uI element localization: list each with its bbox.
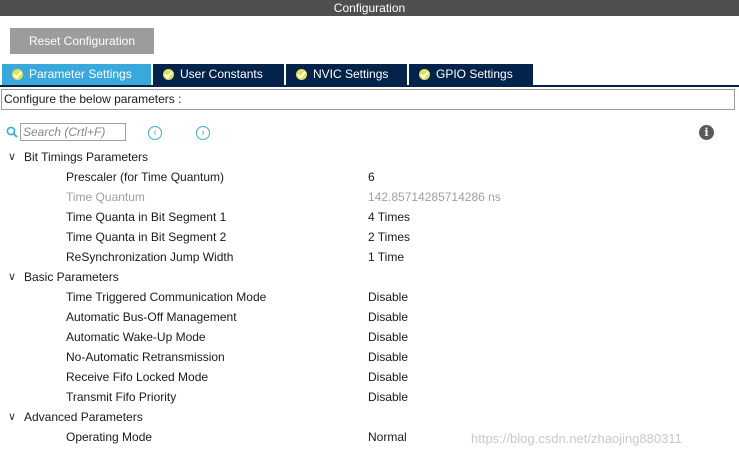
param-value[interactable]: 2 Times [368, 227, 410, 247]
param-value[interactable]: Disable [368, 307, 408, 327]
param-value[interactable]: Disable [368, 367, 408, 387]
param-name: Time Quanta in Bit Segment 2 [66, 230, 227, 244]
param-row[interactable]: Time Triggered Communication Mode Disabl… [0, 287, 739, 307]
param-value[interactable]: Disable [368, 387, 408, 407]
param-row[interactable]: ReSynchronization Jump Width 1 Time [0, 247, 739, 267]
param-value[interactable]: 6 [368, 167, 375, 187]
param-row[interactable]: Time Quanta in Bit Segment 2 2 Times [0, 227, 739, 247]
tab-label: User Constants [180, 67, 263, 81]
tab-label: NVIC Settings [313, 67, 389, 81]
group-label: Basic Parameters [24, 270, 119, 284]
param-value: 142.85714285714286 ns [368, 190, 501, 204]
param-row[interactable]: No-Automatic Retransmission Disable [0, 347, 739, 367]
param-row: Time Quantum 142.85714285714286 ns [0, 187, 739, 207]
tab-label: GPIO Settings [436, 67, 513, 81]
check-circle-icon [163, 69, 174, 80]
param-row[interactable]: Receive Fifo Locked Mode Disable [0, 367, 739, 387]
param-row[interactable]: Automatic Bus-Off Management Disable [0, 307, 739, 327]
tab-bar: Parameter Settings User Constants NVIC S… [2, 64, 535, 85]
group-header-basic[interactable]: ∨ Basic Parameters [0, 267, 739, 287]
watermark-text: https://blog.csdn.net/zhaojing880311 [471, 431, 682, 446]
group-header-bit-timings[interactable]: ∨ Bit Timings Parameters [0, 147, 739, 167]
param-name: Receive Fifo Locked Mode [66, 370, 209, 384]
param-row[interactable]: Prescaler (for Time Quantum) 6 [0, 167, 739, 187]
param-value[interactable]: Disable [368, 347, 408, 367]
param-name: Time Triggered Communication Mode [66, 290, 267, 304]
info-icon[interactable]: i [699, 125, 714, 140]
param-name: Time Quantum [66, 190, 145, 204]
group-label: Bit Timings Parameters [24, 150, 149, 164]
param-value[interactable]: 1 Time [368, 247, 404, 267]
check-circle-icon [419, 69, 430, 80]
search-input[interactable] [20, 123, 126, 141]
chevron-down-icon[interactable]: ∨ [8, 147, 16, 167]
reset-configuration-button[interactable]: Reset Configuration [10, 28, 154, 54]
param-value[interactable]: 4 Times [368, 207, 410, 227]
tab-user-constants[interactable]: User Constants [153, 64, 284, 85]
param-row[interactable]: Automatic Wake-Up Mode Disable [0, 327, 739, 347]
param-value[interactable]: Disable [368, 327, 408, 347]
param-value[interactable]: Normal [368, 427, 407, 447]
tab-nvic-settings[interactable]: NVIC Settings [286, 64, 407, 85]
param-name: Prescaler (for Time Quantum) [66, 170, 225, 184]
window-title: Configuration [0, 0, 739, 16]
check-circle-icon [296, 69, 307, 80]
param-name: Automatic Bus-Off Management [66, 310, 237, 324]
description-field: Configure the below parameters : [1, 89, 735, 110]
param-name: Transmit Fifo Priority [66, 390, 177, 404]
tab-parameter-settings[interactable]: Parameter Settings [2, 64, 151, 85]
tab-label: Parameter Settings [29, 67, 132, 81]
check-circle-icon [12, 69, 23, 80]
chevron-down-icon[interactable]: ∨ [8, 267, 16, 287]
param-name: Time Quanta in Bit Segment 1 [66, 210, 227, 224]
param-name: ReSynchronization Jump Width [66, 250, 234, 264]
tab-underline [0, 85, 739, 87]
chevron-left-circle-icon[interactable]: ‹ [148, 126, 162, 140]
param-name: Operating Mode [66, 430, 153, 444]
search-icon [6, 126, 18, 138]
chevron-right-circle-icon[interactable]: › [196, 126, 210, 140]
param-row[interactable]: Transmit Fifo Priority Disable [0, 387, 739, 407]
chevron-down-icon[interactable]: ∨ [8, 407, 16, 427]
param-name: Automatic Wake-Up Mode [66, 330, 206, 344]
param-name: No-Automatic Retransmission [66, 350, 225, 364]
tab-gpio-settings[interactable]: GPIO Settings [409, 64, 533, 85]
param-value[interactable]: Disable [368, 287, 408, 307]
group-label: Advanced Parameters [24, 410, 143, 424]
param-row[interactable]: Time Quanta in Bit Segment 1 4 Times [0, 207, 739, 227]
group-header-advanced[interactable]: ∨ Advanced Parameters [0, 407, 739, 427]
